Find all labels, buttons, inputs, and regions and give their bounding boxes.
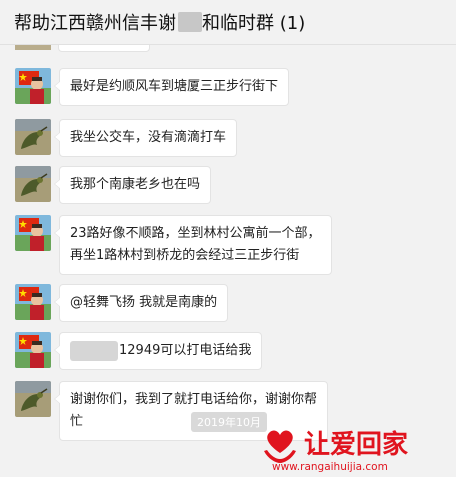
redacted-name: [178, 12, 202, 32]
message-bubble[interactable]: 23路好像不顺路，坐到林村公寓前一个部， 再坐1路林村到桥龙的会经过三正步行街: [54, 215, 332, 275]
flag-avatar[interactable]: [15, 284, 51, 320]
message-bubble[interactable]: 我那个南康老乡也在吗: [53, 166, 212, 204]
message-text: 23路好像不顺路，坐到林村公寓前一个部，: [70, 226, 321, 241]
message-text: 12949可以打电话给我: [119, 343, 252, 358]
watermark-url: www.rangaihuijia.com: [272, 461, 388, 473]
message-text: 我那个南康老乡也在吗: [70, 177, 201, 192]
message-text: 忙: [70, 414, 84, 429]
message-bubble[interactable]: 我坐公交车，没有滴滴打车: [53, 119, 238, 157]
watermark-logo: 让爱回家 www.rangaihuijia.com: [258, 423, 452, 473]
message-text: 再坐1路林村到桥龙的会经过三正步行街: [70, 248, 300, 263]
message-text: 最好是约顺风车到塘厦三正步行街下: [70, 79, 279, 94]
redacted-phone: [70, 340, 118, 361]
heart-hands-icon: [264, 430, 296, 463]
flag-avatar[interactable]: [15, 215, 51, 251]
flag-avatar[interactable]: [15, 68, 51, 104]
dragon-avatar[interactable]: [15, 166, 51, 202]
timestamp: 2019年10月: [191, 412, 267, 432]
message-text: 谢谢你们，我到了就打电话给你，谢谢你帮: [70, 392, 318, 407]
watermark-text: 让爱回家: [304, 429, 408, 460]
dragon-avatar[interactable]: [15, 381, 51, 417]
flag-avatar[interactable]: [15, 332, 51, 368]
message-bubble[interactable]: 12949可以打电话给我: [53, 332, 263, 370]
dragon-avatar[interactable]: [15, 119, 51, 155]
chat-title[interactable]: 帮助江西赣州信丰谢 和临时群 (1): [14, 9, 305, 35]
message-bubble[interactable]: @轻舞飞扬 我就是南康的: [53, 284, 229, 322]
chat-header: 帮助江西赣州信丰谢 和临时群 (1): [0, 0, 456, 45]
message-text: @轻舞飞扬 我就是南康的: [70, 295, 218, 310]
message-text: 我坐公交车，没有滴滴打车: [70, 130, 227, 145]
message-bubble[interactable]: [58, 44, 150, 52]
message-bubble[interactable]: 最好是约顺风车到塘厦三正步行街下: [53, 68, 290, 106]
